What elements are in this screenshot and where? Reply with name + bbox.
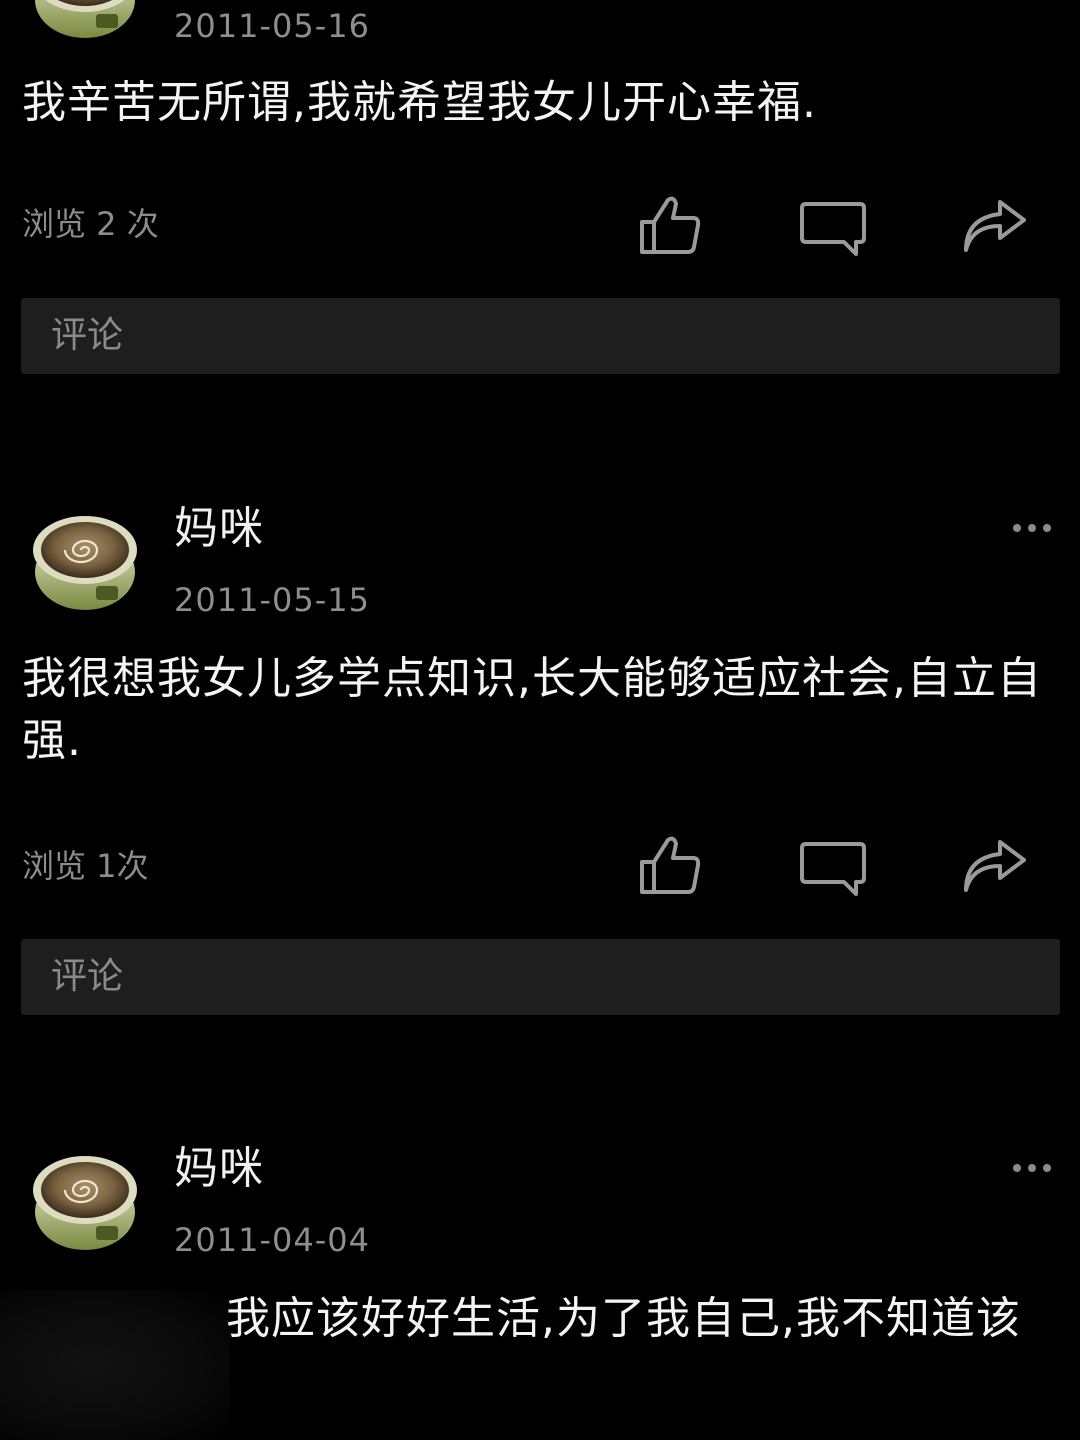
more-dots-icon[interactable] [1012,522,1052,534]
thumbs-up-icon[interactable] [638,832,704,898]
post-content: 我很想我女儿多学点知识,长大能够适应社会,自立自强. [22,653,1042,766]
comment-placeholder: 评论 [51,315,124,356]
comment-placeholder: 评论 [51,956,124,997]
post-date: 2011-04-04 [174,1221,370,1259]
more-dots-icon[interactable] [1012,1162,1052,1174]
thumbs-up-icon[interactable] [638,192,704,258]
view-count: 浏览 2 次 [22,205,159,243]
post-content: 我应该好好生活,为了我自己,我不知道该 [226,1293,1021,1344]
avatar[interactable] [30,0,140,43]
share-arrow-icon[interactable] [962,834,1028,900]
comment-bubble-icon[interactable] [800,194,866,260]
comment-bubble-icon[interactable] [800,834,866,900]
comment-input[interactable]: 评论 [21,298,1060,374]
post-author[interactable]: 妈咪 [174,504,264,554]
share-arrow-icon[interactable] [962,194,1028,260]
avatar[interactable] [30,1150,140,1255]
blurred-area [0,1290,230,1440]
post-content: 我辛苦无所谓,我就希望我女儿开心幸福. [22,77,817,128]
view-count: 浏览 1次 [22,847,149,885]
post-author[interactable]: 妈咪 [174,1144,264,1194]
comment-input[interactable]: 评论 [21,939,1060,1015]
post-date: 2011-05-16 [174,7,370,45]
post-date: 2011-05-15 [174,581,370,619]
avatar[interactable] [30,510,140,615]
